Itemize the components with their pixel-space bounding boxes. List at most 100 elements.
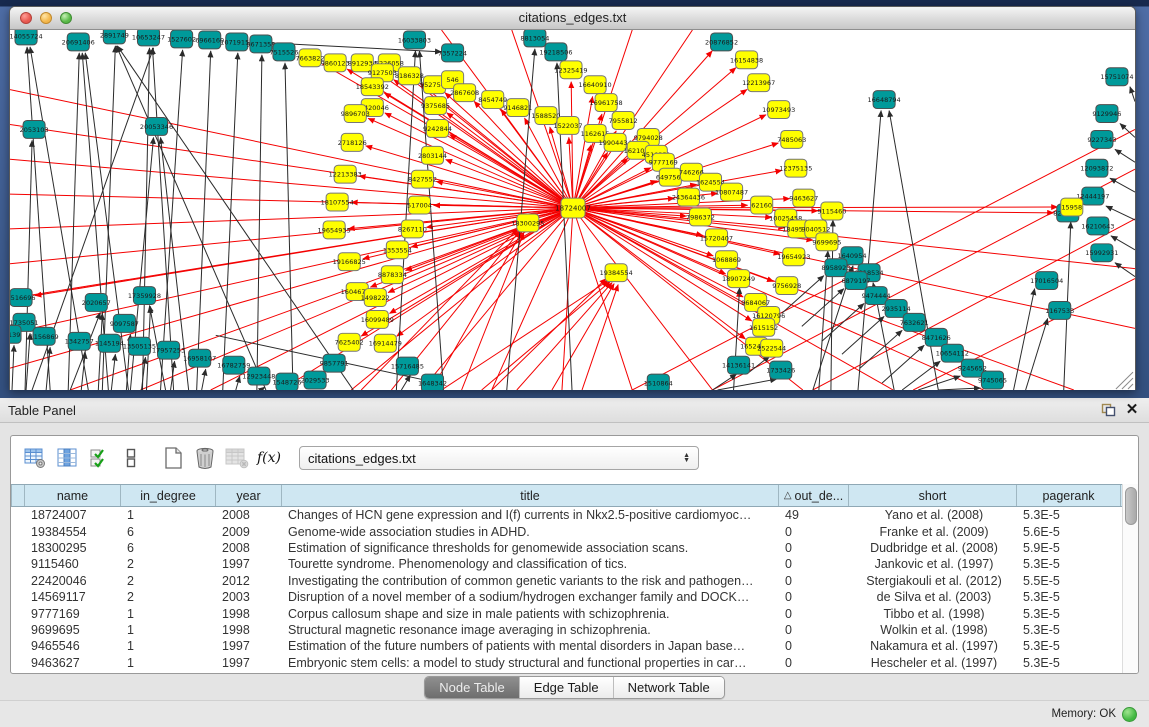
table-body[interactable]: 1872400712008Changes of HCN gene express… bbox=[11, 507, 1123, 671]
table-row[interactable]: 911546021997Tourette syndrome. Phenomeno… bbox=[11, 556, 1123, 572]
network-node-teal[interactable]: 16033803 bbox=[398, 31, 431, 49]
network-node-teal[interactable]: 1342757 bbox=[65, 332, 94, 350]
delete-column-trash-icon[interactable] bbox=[193, 446, 217, 470]
function-builder-icon[interactable]: f(x) bbox=[257, 450, 281, 466]
red-edge[interactable] bbox=[492, 279, 606, 390]
network-node-yellow[interactable]: 1353554 bbox=[383, 241, 412, 259]
network-node-yellow[interactable]: 19654935 bbox=[318, 221, 351, 239]
black-edge[interactable] bbox=[236, 376, 240, 390]
network-node-yellow[interactable]: 2718126 bbox=[338, 133, 367, 151]
network-node-teal[interactable]: 2029533 bbox=[301, 371, 330, 389]
merge-tables-icon[interactable] bbox=[119, 446, 143, 470]
black-edge[interactable] bbox=[70, 312, 100, 390]
network-node-yellow[interactable]: 2803144 bbox=[418, 146, 447, 164]
network-node-teal[interactable]: 9857791 bbox=[320, 354, 349, 372]
network-node-teal[interactable]: 14055724 bbox=[10, 30, 43, 45]
column-header-title[interactable]: title bbox=[282, 485, 779, 506]
network-node-teal[interactable]: 9227343 bbox=[1087, 130, 1116, 148]
black-edge[interactable] bbox=[1115, 149, 1135, 162]
red-edge[interactable] bbox=[632, 129, 1135, 390]
network-node-teal[interactable]: 9129946 bbox=[1092, 105, 1121, 123]
black-edge[interactable] bbox=[938, 388, 980, 390]
table-row[interactable]: 969969511998Structural magnetic resonanc… bbox=[11, 622, 1123, 638]
network-node-yellow[interactable]: 16099489 bbox=[361, 310, 394, 328]
network-canvas[interactable]: 1405572420691406289174910653247152760269… bbox=[10, 30, 1135, 390]
network-node-teal[interactable]: 15751074 bbox=[1100, 68, 1133, 86]
red-edge[interactable] bbox=[35, 208, 573, 296]
network-node-teal[interactable]: 1527602 bbox=[167, 30, 196, 48]
black-edge[interactable] bbox=[1130, 87, 1135, 102]
table-row[interactable]: 1938455462009Genome-wide association stu… bbox=[11, 523, 1123, 539]
network-node-teal[interactable]: 17359928 bbox=[128, 287, 161, 305]
zoom-traffic-light-icon[interactable] bbox=[60, 12, 72, 24]
network-node-yellow[interactable]: 16640910 bbox=[578, 76, 611, 94]
column-header-name[interactable]: name bbox=[25, 485, 121, 506]
network-node-teal[interactable]: 7515526 bbox=[269, 43, 298, 61]
network-node-yellow[interactable]: 10973493 bbox=[762, 101, 795, 119]
network-node-yellow[interactable]: 7625402 bbox=[335, 333, 364, 351]
network-node-teal[interactable]: 9745065 bbox=[978, 371, 1007, 389]
network-node-teal[interactable]: 12923448 bbox=[242, 367, 275, 385]
table-row[interactable]: 1456911722003Disruption of a novel membe… bbox=[11, 589, 1123, 605]
table-row[interactable]: 977716911998Corpus callosum shape and si… bbox=[11, 605, 1123, 621]
network-node-teal[interactable]: 16648794 bbox=[868, 91, 901, 109]
network-node-teal[interactable]: 2516696 bbox=[10, 289, 36, 307]
network-node-teal[interactable]: 1510864 bbox=[644, 374, 673, 390]
network-node-yellow[interactable]: 7955812 bbox=[609, 112, 638, 130]
table-row[interactable]: 1830029562008Estimation of significance … bbox=[11, 540, 1123, 556]
red-edge[interactable] bbox=[450, 135, 573, 208]
black-edge[interactable] bbox=[822, 303, 864, 341]
resize-grip-icon[interactable] bbox=[1122, 378, 1133, 389]
close-panel-icon[interactable]: ✕ bbox=[1123, 402, 1141, 418]
network-node-yellow[interactable]: 12213967 bbox=[742, 74, 775, 92]
window-titlebar[interactable]: citations_edges.txt bbox=[10, 7, 1135, 30]
black-edge[interactable] bbox=[285, 63, 293, 390]
network-node-teal[interactable]: 20691406 bbox=[62, 33, 95, 51]
network-node-teal[interactable]: 15716485 bbox=[391, 357, 424, 375]
network-node-teal[interactable]: 39139 bbox=[10, 325, 21, 343]
network-node-yellow[interactable]: 9896703 bbox=[341, 105, 370, 123]
minimize-traffic-light-icon[interactable] bbox=[40, 12, 52, 24]
column-header-out-de-[interactable]: △out_de... bbox=[779, 485, 849, 506]
red-edge[interactable] bbox=[482, 282, 610, 390]
network-node-yellow[interactable]: 9375685 bbox=[421, 97, 450, 115]
network-node-teal[interactable]: 1648342 bbox=[418, 374, 447, 390]
black-edge[interactable] bbox=[161, 50, 183, 390]
float-panel-icon[interactable] bbox=[1099, 402, 1117, 418]
network-node-yellow[interactable]: 1068869 bbox=[712, 251, 741, 269]
network-node-yellow[interactable]: 2522544 bbox=[757, 339, 786, 357]
table-header-row[interactable]: namein_degreeyeartitle△out_de...shortpag… bbox=[11, 484, 1123, 507]
table-select-combo[interactable]: citations_edges.txt ▲▼ bbox=[299, 446, 699, 470]
black-edge[interactable] bbox=[202, 369, 206, 390]
network-node-yellow[interactable]: 16914479 bbox=[369, 334, 402, 352]
network-node-teal[interactable]: 15992931 bbox=[1085, 244, 1118, 262]
network-node-yellow[interactable]: 8427552 bbox=[408, 170, 437, 188]
table-row[interactable]: 2242004622012Investigating the contribut… bbox=[11, 573, 1123, 589]
network-node-yellow[interactable]: 12375135 bbox=[779, 159, 812, 177]
column-header-year[interactable]: year bbox=[216, 485, 282, 506]
table-vertical-scrollbar[interactable] bbox=[1122, 484, 1138, 673]
network-node-yellow[interactable]: 8878334 bbox=[378, 266, 407, 284]
resize-grip-icon[interactable] bbox=[1128, 384, 1133, 389]
network-node-yellow[interactable]: 7986372 bbox=[686, 208, 715, 226]
network-node-teal[interactable]: 1548726 bbox=[272, 373, 301, 390]
network-node-teal[interactable]: 16958107 bbox=[183, 349, 216, 367]
table-row[interactable]: 946554611997Estimation of the future num… bbox=[11, 638, 1123, 654]
black-edge[interactable] bbox=[918, 376, 960, 390]
network-node-yellow[interactable]: 517004 bbox=[407, 196, 432, 214]
red-edge[interactable] bbox=[517, 283, 612, 390]
network-node-yellow[interactable]: 9860123 bbox=[321, 54, 350, 72]
network-node-teal[interactable]: 16782759 bbox=[217, 356, 250, 374]
column-header-pagerank[interactable]: pagerank bbox=[1017, 485, 1121, 506]
network-node-yellow[interactable]: 1522037 bbox=[553, 117, 582, 135]
tab-node-table[interactable]: Node Table bbox=[425, 677, 520, 698]
network-node-yellow[interactable]: 12213383 bbox=[329, 165, 362, 183]
network-node-yellow[interactable]: 62160 bbox=[751, 196, 773, 214]
table-settings-icon[interactable] bbox=[23, 446, 47, 470]
network-node-yellow[interactable]: 8267110 bbox=[398, 220, 427, 238]
network-node-yellow[interactable]: 19654923 bbox=[777, 248, 810, 266]
black-edge[interactable] bbox=[261, 387, 265, 390]
network-node-yellow[interactable]: 9146821 bbox=[503, 99, 532, 117]
red-edge[interactable] bbox=[573, 208, 632, 390]
red-edge[interactable] bbox=[446, 160, 573, 208]
